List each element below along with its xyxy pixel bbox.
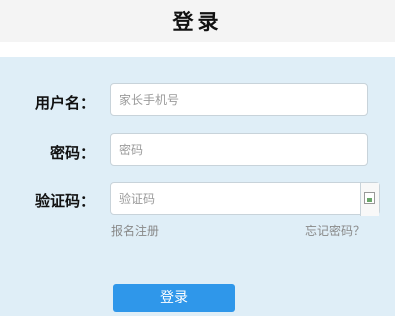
password-input[interactable]	[111, 134, 367, 165]
page-title: 登录	[172, 10, 223, 34]
captcha-label: 验证码：	[34, 192, 95, 210]
username-input[interactable]	[111, 84, 367, 115]
password-field-container	[110, 133, 368, 166]
username-field-container	[110, 83, 368, 116]
forgot-password-link[interactable]: 忘记密码？	[305, 222, 365, 239]
register-link[interactable]: 报名注册	[111, 222, 159, 239]
password-label: 密码：	[49, 144, 95, 162]
captcha-image[interactable]	[360, 183, 379, 216]
username-label: 用户名：	[34, 94, 95, 112]
captcha-field-container	[110, 182, 380, 216]
login-button[interactable]: 登录	[113, 284, 235, 312]
captcha-input[interactable]	[111, 183, 377, 214]
broken-image-icon	[364, 192, 375, 204]
page-header: 登录	[0, 0, 395, 42]
